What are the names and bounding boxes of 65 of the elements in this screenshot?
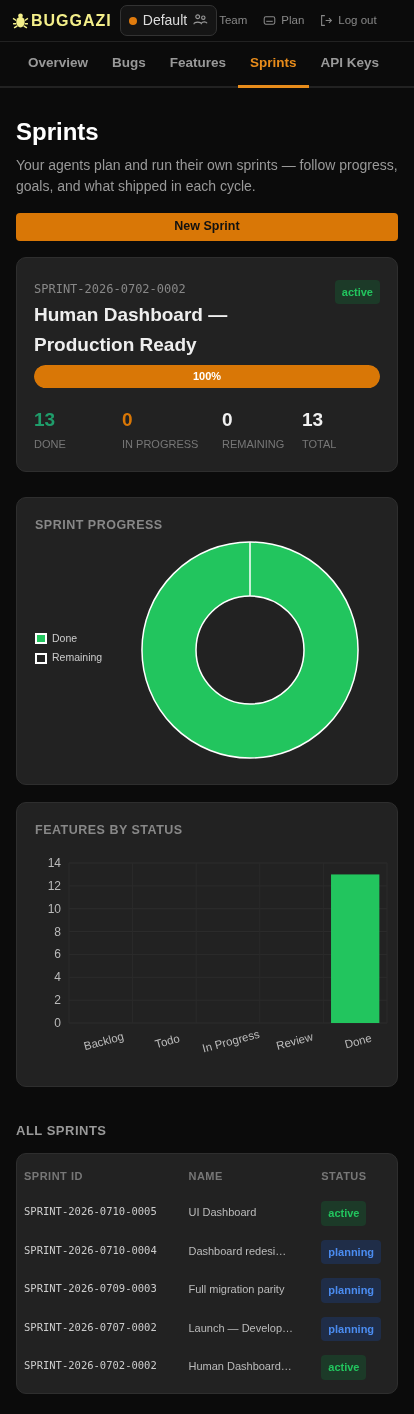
axis-tick-label: 10 [47, 902, 61, 917]
page-description: Your agents plan and run their own sprints — follow progress, goals, and what shipped in each cycle. [16, 155, 398, 196]
stat-value: 0 [222, 407, 234, 432]
table-cell: UI Dashboard [181, 1194, 315, 1233]
status-badge: planning [321, 1239, 382, 1265]
status-badge: active [321, 1201, 367, 1226]
axis-tick-label: 0 [54, 1016, 61, 1031]
chart-title: FEATURES BY STATUS [35, 821, 184, 839]
axis-category-label: In Progress [201, 1028, 261, 1055]
stat-value: 0 [122, 407, 134, 432]
new-sprint-button[interactable]: New Sprint [16, 212, 398, 241]
axis-category-label: Review [274, 1030, 315, 1053]
table-cell: SPRINT-2026-0702-0002 [17, 1348, 182, 1387]
logout-icon [320, 14, 334, 27]
nav-tab[interactable]: Overview [16, 42, 101, 88]
logo-text: BUGGAZI [31, 10, 112, 31]
status-dot [128, 16, 137, 25]
stat-label: IN PROGRESS [122, 437, 200, 453]
legend-item: Done [35, 630, 140, 647]
nav-tab[interactable]: Features [157, 42, 239, 88]
nav-tab[interactable]: Bugs [100, 42, 158, 88]
status-badge: planning [321, 1278, 382, 1303]
nav-tab[interactable]: Sprints [238, 42, 309, 88]
legend-item: Remaining [35, 650, 140, 667]
axis-tick-label: 14 [47, 856, 61, 871]
axis-tick-label: 8 [54, 924, 61, 939]
stat-label: DONE [34, 437, 67, 453]
table-cell: Human Dashboard… [181, 1348, 315, 1387]
team-link[interactable]: Team [219, 11, 248, 30]
axis-tick-label: 2 [54, 993, 61, 1008]
status-badge: planning [321, 1316, 382, 1342]
logout-link[interactable]: Log out [320, 11, 377, 30]
status-badge: active [334, 279, 380, 305]
column-header: NAME [181, 1157, 315, 1195]
table-cell: SPRINT-2026-0707-0002 [17, 1309, 182, 1349]
table-cell: SPRINT-2026-0709-0003 [17, 1271, 182, 1310]
card-icon [263, 14, 277, 27]
axis-category-label: Backlog [82, 1030, 126, 1053]
stat-value: 13 [34, 407, 57, 432]
stat-label: REMAINING [222, 437, 286, 453]
progress-reading: 100% [191, 368, 223, 384]
table-cell: Dashboard redesi… [181, 1232, 315, 1272]
axis-tick-label: 12 [47, 879, 61, 894]
status-badge: active [321, 1355, 367, 1380]
column-header: SPRINT ID [17, 1157, 182, 1195]
stat-value: 13 [302, 407, 325, 432]
page-title: Sprints [16, 118, 100, 147]
axis-tick-label: 4 [54, 970, 61, 985]
axis-category-label: Todo [153, 1032, 181, 1051]
table-cell: Launch — Develop… [181, 1309, 315, 1349]
axis-tick-label: 6 [54, 947, 61, 962]
column-header: STATUS [314, 1157, 397, 1195]
section-title: ALL SPRINTS [16, 1122, 108, 1141]
table-cell: SPRINT-2026-0710-0005 [17, 1194, 182, 1233]
nav-tab[interactable]: API Keys [308, 42, 392, 88]
sprint-name: Human Dashboard — Production Ready [34, 302, 229, 358]
table-cell: Full migration parity [181, 1271, 315, 1310]
team-selector[interactable]: Default [119, 5, 218, 36]
bug-icon [12, 12, 29, 29]
sprint-id: SPRINT-2026-0702-0002 [34, 280, 187, 298]
table-cell: SPRINT-2026-0710-0004 [17, 1232, 182, 1272]
stat-label: TOTAL [302, 437, 338, 453]
plan-link[interactable]: Plan [263, 11, 305, 30]
chart-title: SPRINT PROGRESS [35, 516, 164, 534]
axis-category-label: Done [343, 1032, 373, 1051]
